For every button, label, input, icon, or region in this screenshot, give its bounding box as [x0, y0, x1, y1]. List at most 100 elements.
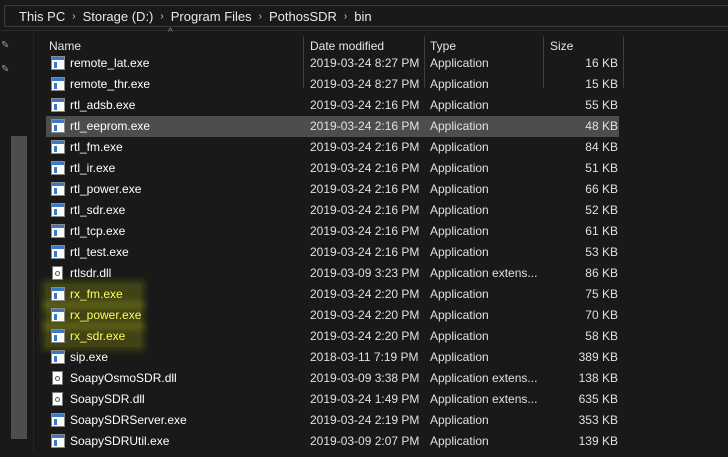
file-row[interactable]: rtlsdr.dll 2019-03-09 3:23 PM Application … — [46, 263, 619, 284]
breadcrumb-pothossdr[interactable]: PothosSDR — [269, 9, 337, 24]
exe-file-icon — [51, 308, 65, 322]
file-row[interactable]: rx_fm.exe 2019-03-24 2:20 PM Application 75… — [46, 284, 619, 305]
file-size: 138 KB — [578, 371, 618, 385]
chevron-right-icon[interactable]: › — [344, 11, 347, 22]
file-name: rtl_power.exe — [70, 182, 142, 196]
file-type: Application — [430, 434, 489, 448]
breadcrumb-storage-d[interactable]: Storage (D:) — [83, 9, 154, 24]
file-type: Application — [430, 119, 489, 133]
breadcrumb-bin[interactable]: bin — [354, 9, 371, 24]
pane-divider[interactable] — [33, 31, 34, 457]
file-row[interactable]: SoapySDRServer.exe 2019-03-24 2:19 PM Appl… — [46, 410, 619, 431]
file-row[interactable]: rx_sdr.exe 2019-03-24 2:20 PM Application 5… — [46, 326, 619, 347]
file-row[interactable]: remote_thr.exe 2019-03-24 8:27 PM Applicat… — [46, 74, 619, 95]
file-date-modified: 2019-03-24 8:27 PM — [310, 77, 420, 91]
pin-icon[interactable]: ✎ — [1, 41, 11, 51]
file-type: Application — [430, 287, 489, 301]
file-name: sip.exe — [70, 350, 109, 364]
exe-file-icon — [51, 434, 65, 448]
file-row[interactable]: remote_lat.exe 2019-03-24 8:27 PM Applicat… — [46, 53, 619, 74]
exe-file-icon — [51, 413, 65, 427]
file-row[interactable]: rtl_eeprom.exe 2019-03-24 2:16 PM Applicat… — [46, 116, 619, 137]
column-divider[interactable] — [623, 36, 624, 88]
file-name: rtl_ir.exe — [70, 161, 116, 175]
exe-file-icon — [51, 182, 65, 196]
file-row[interactable]: rtl_power.exe 2019-03-24 2:16 PM Applicati… — [46, 179, 619, 200]
file-name: rtl_eeprom.exe — [70, 119, 151, 133]
file-row[interactable]: sip.exe 2018-03-11 7:19 PM Application 389 … — [46, 347, 619, 368]
file-row[interactable]: rtl_tcp.exe 2019-03-24 2:16 PM Application… — [46, 221, 619, 242]
file-row[interactable]: SoapySDR.dll 2019-03-24 1:49 PM Applicatio… — [46, 389, 619, 410]
navigation-pane: ✎ ✎ — [0, 31, 33, 457]
chevron-right-icon[interactable]: › — [259, 11, 262, 22]
file-size: 70 KB — [585, 308, 618, 322]
file-size: 53 KB — [585, 245, 618, 259]
file-type: Application — [430, 224, 489, 238]
file-type: Application — [430, 56, 489, 70]
file-date-modified: 2019-03-24 2:16 PM — [310, 161, 420, 175]
file-type: Application — [430, 161, 489, 175]
file-date-modified: 2019-03-24 2:20 PM — [310, 287, 420, 301]
file-size: 75 KB — [585, 287, 618, 301]
file-date-modified: 2019-03-24 8:27 PM — [310, 56, 420, 70]
file-size: 139 KB — [578, 434, 618, 448]
file-row[interactable]: rtl_ir.exe 2019-03-24 2:16 PM Application 5… — [46, 158, 619, 179]
exe-file-icon — [51, 77, 65, 91]
file-name: rtl_fm.exe — [70, 140, 123, 154]
file-size: 61 KB — [585, 224, 618, 238]
file-name: rtl_test.exe — [70, 245, 129, 259]
exe-file-icon — [51, 161, 65, 175]
status-strip — [0, 451, 728, 457]
breadcrumb-program-files[interactable]: Program Files — [171, 9, 252, 24]
file-size: 48 KB — [585, 119, 618, 133]
file-row[interactable]: SoapySDRUtil.exe 2019-03-09 2:07 PM Applic… — [46, 431, 619, 452]
file-size: 353 KB — [578, 413, 618, 427]
file-row[interactable]: rx_power.exe 2019-03-24 2:20 PM Applicatio… — [46, 305, 619, 326]
chevron-right-icon[interactable]: › — [72, 11, 75, 22]
file-size: 389 KB — [578, 350, 618, 364]
file-date-modified: 2019-03-24 2:19 PM — [310, 413, 420, 427]
file-size: 16 KB — [585, 56, 618, 70]
address-bar: This PC › Storage (D:) › Program Files ›… — [0, 0, 728, 31]
exe-file-icon — [51, 329, 65, 343]
file-name: rx_sdr.exe — [70, 329, 126, 343]
file-name: rtl_tcp.exe — [70, 224, 126, 238]
dll-file-icon — [52, 371, 63, 385]
file-type: Application — [430, 308, 489, 322]
file-name: rx_fm.exe — [70, 287, 123, 301]
file-row[interactable]: rtl_test.exe 2019-03-24 2:16 PM Applicatio… — [46, 242, 619, 263]
file-name: SoapySDRUtil.exe — [70, 434, 170, 448]
file-size: 52 KB — [585, 203, 618, 217]
file-row[interactable]: SoapyOsmoSDR.dll 2019-03-09 3:38 PM Applic… — [46, 368, 619, 389]
exe-file-icon — [51, 350, 65, 364]
exe-file-icon — [51, 119, 65, 133]
pin-icon[interactable]: ✎ — [1, 65, 11, 75]
file-row[interactable]: rtl_adsb.exe 2019-03-24 2:16 PM Applicatio… — [46, 95, 619, 116]
file-date-modified: 2019-03-24 2:16 PM — [310, 245, 420, 259]
exe-file-icon — [51, 224, 65, 238]
file-type: Application — [430, 329, 489, 343]
exe-file-icon — [51, 245, 65, 259]
file-date-modified: 2019-03-24 2:20 PM — [310, 308, 420, 322]
file-type: Application — [430, 203, 489, 217]
file-name: rx_power.exe — [70, 308, 142, 322]
exe-file-icon — [51, 140, 65, 154]
file-date-modified: 2019-03-24 2:16 PM — [310, 140, 420, 154]
file-row[interactable]: rtl_fm.exe 2019-03-24 2:16 PM Application 8… — [46, 137, 619, 158]
file-name: rtl_sdr.exe — [70, 203, 126, 217]
file-date-modified: 2018-03-11 7:19 PM — [310, 350, 419, 364]
exe-file-icon — [51, 98, 65, 112]
exe-file-icon — [51, 287, 65, 301]
file-date-modified: 2019-03-09 3:23 PM — [310, 266, 420, 280]
file-row[interactable]: rtl_sdr.exe 2019-03-24 2:16 PM Application… — [46, 200, 619, 221]
file-size: 51 KB — [585, 161, 618, 175]
file-date-modified: 2019-03-09 2:07 PM — [310, 434, 420, 448]
navigation-scrollbar[interactable] — [11, 136, 27, 439]
file-name: SoapySDRServer.exe — [70, 413, 187, 427]
file-size: 58 KB — [585, 329, 618, 343]
breadcrumb[interactable]: This PC › Storage (D:) › Program Files ›… — [4, 5, 728, 27]
file-name: remote_lat.exe — [70, 56, 150, 70]
file-type: Application — [430, 413, 489, 427]
breadcrumb-this-pc[interactable]: This PC — [19, 9, 65, 24]
chevron-right-icon[interactable]: › — [160, 11, 163, 22]
